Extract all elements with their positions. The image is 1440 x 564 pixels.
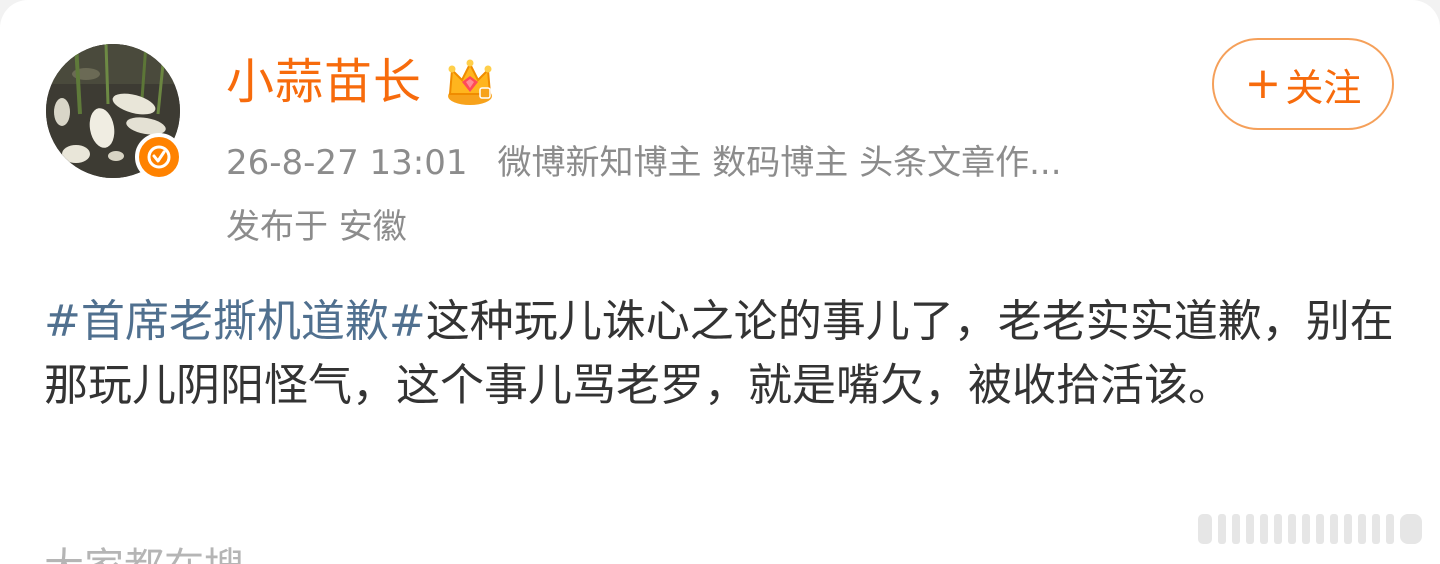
user-tags[interactable]: 微博新知博主 数码博主 头条文章作... bbox=[498, 143, 1062, 183]
post-timestamp: 26-8-27 13:01 bbox=[226, 143, 468, 183]
trending-search-label[interactable]: 大家都在搜 bbox=[44, 544, 244, 564]
follow-label: 关注 bbox=[1285, 65, 1362, 110]
post-body: #首席老撕机道歉#这种玩儿诛心之论的事儿了，老老实实道歉，别在那玩儿阴阳怪气，这… bbox=[44, 290, 1404, 418]
plus-icon: + bbox=[1244, 58, 1282, 109]
weibo-post-card: 小蒜苗长 + 关注 26-8-27 13:01 微博新知博主 数码博主 头条文章作… bbox=[0, 0, 1440, 564]
post-location: 发布于 安徽 bbox=[226, 207, 407, 247]
crown-vip-icon[interactable] bbox=[444, 56, 496, 108]
follow-button[interactable]: + 关注 bbox=[1212, 38, 1394, 130]
barcode-watermark-icon bbox=[1192, 508, 1428, 550]
verified-badge bbox=[135, 133, 183, 181]
verified-check-icon bbox=[147, 145, 171, 169]
username[interactable]: 小蒜苗长 bbox=[226, 52, 422, 112]
post-meta: 26-8-27 13:01 微博新知博主 数码博主 头条文章作... bbox=[226, 140, 1062, 186]
hashtag-link[interactable]: #首席老撕机道歉# bbox=[44, 296, 426, 347]
